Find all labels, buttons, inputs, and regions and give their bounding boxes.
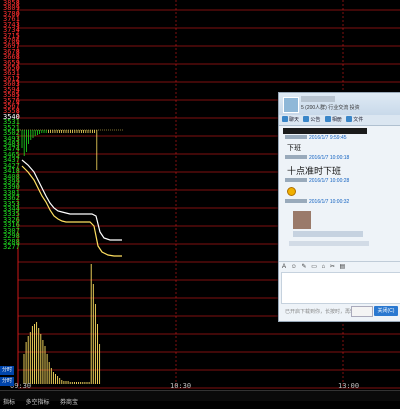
tab-album[interactable]: 相册 [324, 115, 342, 125]
tab-long-short[interactable]: 多空指标 [22, 396, 52, 406]
bottom-tab-bar: 指标 多空指标 券商宝 [0, 390, 400, 406]
chat-footer: 已开启下载到你，长按时，再轻 关闭(C) [279, 303, 400, 321]
input-toolbar: A ☺ ✎ ▭ ⌂ ✂ ▤ [279, 261, 400, 272]
photo-icon [324, 116, 331, 122]
blurred-text [293, 231, 363, 237]
side-button-2[interactable]: 分时 [0, 377, 14, 386]
volume-bars [23, 264, 101, 384]
flag-icon [303, 116, 310, 122]
tab-chat[interactable]: 聊天 [282, 115, 299, 125]
input-hint: 已开启下载到你，长按时，再轻 [285, 309, 356, 315]
message-text: 十点准时下班 [287, 166, 342, 176]
history-icon[interactable]: ▤ [340, 262, 346, 272]
pen-icon[interactable]: ✎ [302, 262, 307, 272]
close-button[interactable] [351, 306, 373, 317]
message-meta: 2016/1/7 10:00:32 [285, 199, 349, 205]
time-label-mid: 10:30 [170, 382, 192, 390]
send-button[interactable]: 关闭(C) [374, 306, 398, 316]
message-meta: 2016/1/7 9:59:45 [285, 135, 347, 141]
chat-header: 5 (200人群) 行业交流 投资 [279, 93, 400, 115]
message-meta: 2016/1/7 10:00:18 [285, 155, 349, 161]
scissors-icon[interactable]: ✂ [330, 262, 335, 272]
message-meta: 2016/1/7 10:00:28 [285, 178, 349, 184]
blurred-text [289, 241, 369, 246]
window-icon[interactable]: ▭ [311, 262, 317, 272]
group-avatar[interactable] [283, 97, 299, 113]
side-button-1[interactable]: 分时 [0, 366, 14, 375]
emoji-icon [287, 187, 296, 196]
tab-broker[interactable]: 券商宝 [57, 396, 81, 406]
font-icon[interactable]: A [282, 262, 286, 272]
group-title: 5 (200人群) 行业交流 投资 [301, 105, 360, 111]
folder-icon [346, 116, 353, 122]
average-line [21, 165, 122, 257]
price-tick-label: 3277 [3, 243, 20, 251]
chat-tabs: 聊天 公告 相册 文件 [279, 115, 400, 126]
tab-announce[interactable]: 公告 [303, 115, 320, 125]
message-input[interactable] [281, 272, 400, 304]
tab-files[interactable]: 文件 [346, 115, 363, 125]
blurred-image[interactable] [293, 211, 311, 229]
chat-icon [282, 116, 288, 122]
emoji-picker-icon[interactable]: ☺ [291, 262, 297, 272]
upload-icon[interactable]: ⌂ [322, 262, 326, 272]
tab-indicator[interactable]: 指标 [0, 396, 18, 406]
group-name-blurred [301, 96, 335, 102]
message-text: 下班 [287, 145, 301, 152]
chat-window: 5 (200人群) 行业交流 投资 聊天 公告 相册 文件 2016/1/7 9… [278, 92, 400, 322]
time-label-end: 13:00 [338, 382, 360, 390]
